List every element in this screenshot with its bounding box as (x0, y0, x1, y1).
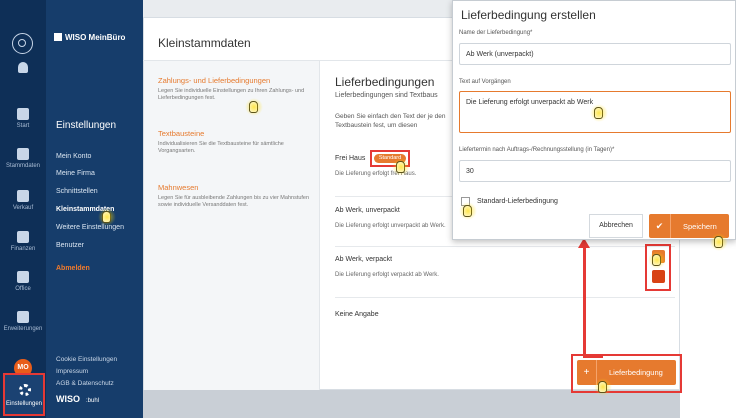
bell-icon[interactable] (18, 62, 28, 73)
start-icon (17, 108, 29, 120)
rail-item-einstellungen[interactable]: Einstellungen (3, 373, 45, 416)
nav-item-meine-firma[interactable]: Meine Firma (56, 170, 95, 177)
panel-intro: Geben Sie einfach den Text der je den Te… (335, 113, 446, 129)
name-label: Name der Lieferbedingung* (459, 30, 533, 36)
text-label: Text auf Vorgängen (459, 79, 511, 85)
rail-item-start[interactable]: Start (0, 108, 46, 129)
document-icon (17, 190, 29, 202)
dialog-title: Lieferbedingung erstellen (461, 8, 596, 22)
section-mahnwesen[interactable]: Mahnwesen Legen Sie für ausbleibende Zah… (158, 183, 316, 209)
hand-cursor-icon (98, 208, 116, 226)
rail-item-erweiterungen[interactable]: Erweiterungen (0, 311, 46, 332)
hand-cursor-icon (459, 202, 477, 220)
panel-subtitle: Lieferbedingungen sind Textbaus (335, 92, 438, 99)
standard-checkbox-label: Standard-Lieferbedingung (477, 198, 558, 205)
office-icon (17, 271, 29, 283)
hand-cursor-icon (590, 104, 608, 122)
hand-cursor-icon (245, 98, 263, 116)
footer-link-cookies[interactable]: Cookie Einstellungen (56, 356, 117, 363)
delete-icon[interactable] (652, 270, 665, 283)
bank-icon (17, 231, 29, 243)
hand-cursor-icon (648, 251, 666, 269)
add-lieferbedingung-button[interactable]: + Lieferbedingung (577, 360, 676, 385)
hand-cursor-icon (594, 378, 612, 396)
nav-heading: Einstellungen (56, 120, 117, 131)
gear-icon (19, 384, 31, 396)
puzzle-icon (17, 311, 29, 323)
nav-item-abmelden[interactable]: Abmelden (56, 265, 90, 272)
nav-item-mein-konto[interactable]: Mein Konto (56, 153, 91, 160)
wiso-logo: WISO:buhl (56, 394, 100, 404)
footer-link-impressum[interactable]: Impressum (56, 368, 88, 375)
name-field[interactable]: Ab Werk (unverpackt) (459, 43, 731, 65)
rail-item-finanzen[interactable]: Finanzen (0, 231, 46, 252)
icon-rail: Start Stammdaten Verkauf Finanzen Office… (0, 0, 46, 418)
nav-item-benutzer[interactable]: Benutzer (56, 242, 84, 249)
check-icon: ✔ (649, 214, 671, 238)
section-list (144, 61, 320, 390)
hand-cursor-icon (392, 158, 410, 176)
search-icon[interactable] (12, 33, 33, 54)
page-title: Kleinstammdaten (158, 36, 251, 50)
term-field[interactable]: 30 (459, 160, 731, 182)
arrow-line (583, 246, 586, 356)
section-textbausteine[interactable]: Textbausteine Individualisieren Sie die … (158, 129, 316, 155)
hand-cursor-icon (710, 233, 728, 251)
term-label: Liefertermin nach Auftrags-/Rechnungsste… (459, 147, 615, 153)
plus-icon: + (577, 360, 597, 385)
logo-icon (54, 33, 62, 41)
footer-link-agb[interactable]: AGB & Datenschutz (56, 380, 114, 387)
rail-item-office[interactable]: Office (0, 271, 46, 292)
section-zahlungs-lieferbedingungen[interactable]: Zahlungs- und Lieferbedingungen Legen Si… (158, 76, 316, 102)
brand-logo: WISO MeinBüro (54, 33, 125, 42)
nav-item-schnittstellen[interactable]: Schnittstellen (56, 188, 98, 195)
person-icon (17, 148, 29, 160)
list-item[interactable]: Ab Werk, verpackt Die Lieferung erfolgt … (335, 256, 675, 298)
panel-title: Lieferbedingungen (335, 75, 435, 89)
settings-nav: WISO MeinBüro Einstellungen Mein Konto M… (46, 0, 143, 418)
rail-item-stammdaten[interactable]: Stammdaten (0, 148, 46, 169)
nav-item-weitere-einstellungen[interactable]: Weitere Einstellungen (56, 224, 124, 231)
rail-item-verkauf[interactable]: Verkauf (0, 190, 46, 211)
cancel-button[interactable]: Abbrechen (589, 214, 643, 238)
list-item[interactable]: Keine Angabe (335, 311, 675, 341)
